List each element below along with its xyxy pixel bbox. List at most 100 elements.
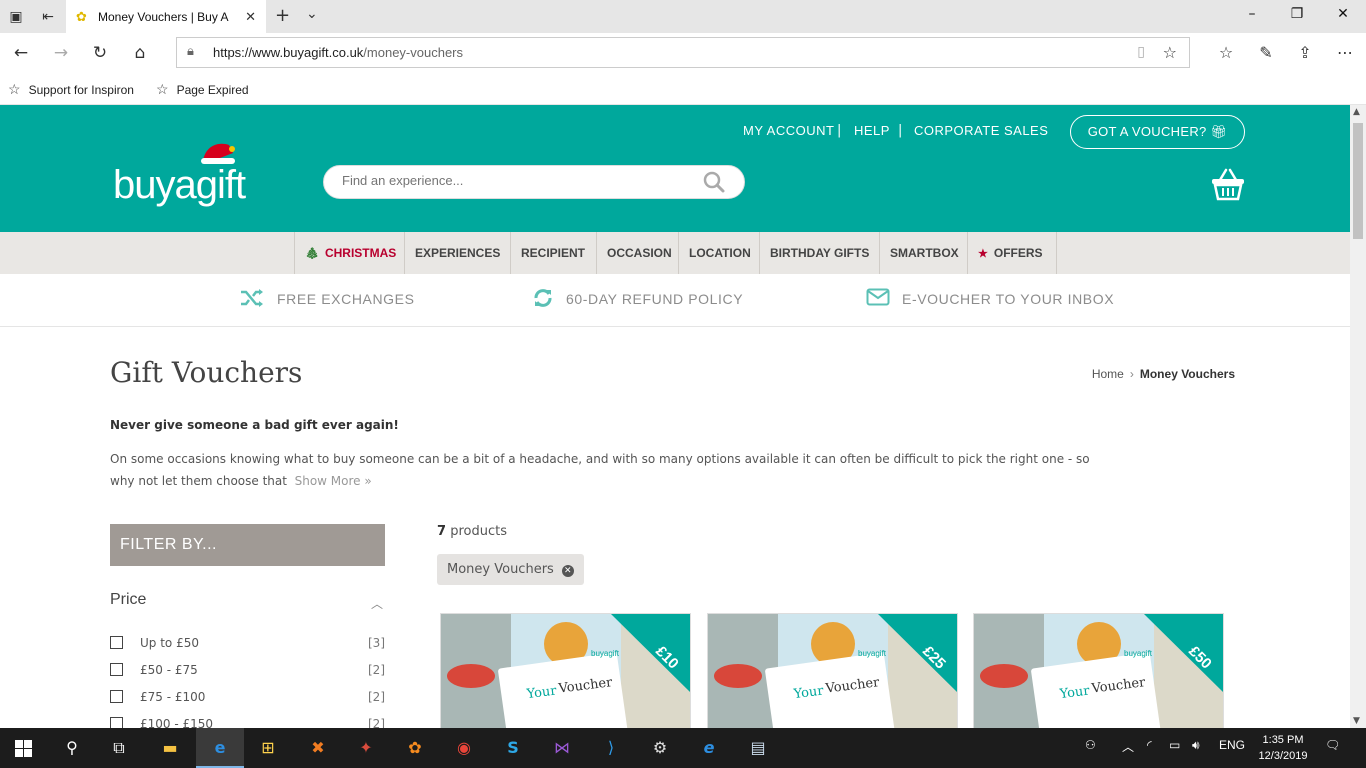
forward-icon[interactable]: → (50, 42, 72, 64)
buyagift-logo[interactable]: buyagift (113, 143, 246, 208)
clock[interactable]: 1:35 PM 12/3/2019 (1254, 732, 1312, 764)
intro-heading: Never give someone a bad gift ever again… (110, 418, 399, 432)
set-aside-tabs-icon[interactable]: ⇤ (38, 7, 58, 27)
windows-start-icon[interactable] (15, 740, 32, 757)
nav-christmas[interactable]: 🎄︎ CHRISTMAS (294, 232, 406, 274)
refresh-icon[interactable]: ↻ (89, 42, 111, 64)
add-favorite-star-icon[interactable]: ☆ (1163, 43, 1177, 62)
gift-icon: 🎁︎ (1210, 124, 1228, 139)
price-option-count: [2] (368, 690, 385, 704)
favorites-icon[interactable]: ☆ (1215, 42, 1237, 64)
show-more-link[interactable]: Show More » (295, 474, 372, 488)
favorite-page-expired[interactable]: ☆ Page Expired (156, 81, 249, 98)
people-icon[interactable]: ⚇ (1085, 738, 1096, 752)
price-option[interactable]: £50 - £75 [2] (110, 662, 385, 682)
checkbox[interactable] (110, 717, 123, 728)
url-field[interactable]: 🔒︎ https://www.buyagift.co.uk/money-vouc… (176, 37, 1190, 68)
filter-by-header: FILTER BY... (110, 524, 385, 566)
file-explorer-icon[interactable]: ▬ (158, 736, 182, 760)
tree-icon: 🎄︎ (305, 248, 319, 260)
edge-browser-icon[interactable]: e (208, 736, 232, 760)
breadcrumb-separator-icon: › (1129, 367, 1134, 381)
active-filter-chip[interactable]: Money Vouchers ✕ (437, 554, 584, 585)
action-center-icon[interactable]: 🗨︎ (1325, 738, 1340, 752)
intro-text: On some occasions knowing what to buy so… (110, 448, 1110, 492)
nav-smartbox[interactable]: SMARTBOX (879, 232, 969, 274)
browser-tab-bar: ▣ ⇤ ✿ Money Vouchers | Buy A ✕ + ⌄ – ❐ ✕ (0, 0, 1366, 33)
system-monitor-icon[interactable]: ▤ (746, 736, 770, 760)
url-text: https://www.buyagift.co.uk/money-voucher… (213, 45, 463, 60)
corporate-sales-link[interactable]: CORPORATE SALES (914, 123, 1048, 138)
nav-experiences[interactable]: EXPERIENCES (404, 232, 510, 274)
notes-pen-icon[interactable]: ✎ (1255, 42, 1277, 64)
my-account-link[interactable]: MY ACCOUNT (743, 123, 834, 138)
breadcrumb-home[interactable]: Home (1092, 367, 1124, 381)
back-icon[interactable]: ← (10, 42, 32, 64)
checkbox[interactable] (110, 690, 123, 703)
volume-icon[interactable]: 🔊︎ (1192, 738, 1200, 753)
product-card[interactable]: £25 buyagift Your Voucher (707, 613, 958, 728)
basket-icon[interactable] (1210, 168, 1246, 202)
nav-recipient[interactable]: RECIPIENT (510, 232, 595, 274)
nav-occasion[interactable]: OCCASION (596, 232, 682, 274)
internet-explorer-icon[interactable]: e (697, 736, 721, 760)
visual-studio-icon[interactable]: ⋈ (550, 736, 574, 760)
search-input[interactable] (342, 173, 702, 188)
xampp-icon[interactable]: ✖ (306, 736, 330, 760)
favorite-support-for-inspiron[interactable]: ☆ Support for Inspiron (8, 81, 134, 98)
tab-list-chevron-icon[interactable]: ⌄ (306, 6, 318, 22)
page-scrollbar[interactable]: ▲ ▼ (1350, 105, 1366, 728)
browser-tab[interactable]: ✿ Money Vouchers | Buy A ✕ (66, 0, 266, 33)
checkbox[interactable] (110, 636, 123, 649)
scroll-down-icon[interactable]: ▼ (1353, 716, 1360, 726)
search-icon[interactable]: ⚲ (60, 736, 84, 760)
reading-view-icon[interactable]: ▯ (1137, 44, 1145, 60)
paint-icon[interactable]: ✦ (354, 736, 378, 760)
share-icon[interactable]: ⇪ (1294, 42, 1316, 64)
remove-filter-icon[interactable]: ✕ (561, 565, 574, 577)
battery-icon[interactable]: ▭ (1169, 738, 1180, 752)
store-icon[interactable]: ⊞ (256, 736, 280, 760)
language-indicator[interactable]: ENG (1219, 738, 1245, 752)
more-icon[interactable]: ⋯ (1334, 42, 1356, 64)
price-option-label: Up to £50 (140, 636, 199, 650)
nav-offers[interactable]: ★ OFFERS (967, 232, 1057, 274)
home-icon[interactable]: ⌂ (129, 42, 151, 64)
clock-time: 1:35 PM (1262, 734, 1304, 746)
price-option[interactable]: £75 - £100 [2] (110, 689, 385, 709)
price-option[interactable]: £100 - £150 [2] (110, 716, 385, 728)
settings-gear-icon[interactable]: ⚙ (648, 736, 672, 760)
new-tab-icon[interactable]: + (275, 5, 290, 26)
product-card[interactable]: £50 buyagift Your Voucher (973, 613, 1224, 728)
got-a-voucher-button[interactable]: GOT A VOUCHER? 🎁︎ (1070, 115, 1245, 149)
url-host: https://www.buyagift.co.uk (213, 45, 364, 60)
product-card[interactable]: £10 buyagift Your Voucher (440, 613, 691, 728)
chrome-icon[interactable]: ◉ (452, 736, 476, 760)
favorite-label: Support for Inspiron (28, 83, 134, 97)
url-path: /money-vouchers (363, 45, 464, 60)
nav-location[interactable]: LOCATION (678, 232, 761, 274)
nav-birthday-gifts[interactable]: BIRTHDAY GIFTS (759, 232, 879, 274)
chevron-up-icon[interactable]: ︿ (371, 595, 383, 612)
product-count-number: 7 (437, 524, 447, 539)
minimize-icon[interactable]: – (1242, 6, 1262, 22)
show-hidden-icons-chevron-icon[interactable]: ︿ (1122, 738, 1134, 755)
task-view-icon[interactable]: ⧉ (107, 736, 131, 760)
restore-icon[interactable]: ❐ (1287, 6, 1307, 22)
price-filter-heading[interactable]: Price (110, 591, 146, 609)
uc-browser-icon[interactable]: ✿ (403, 736, 427, 760)
scroll-up-icon[interactable]: ▲ (1353, 107, 1360, 117)
scroll-thumb[interactable] (1353, 123, 1363, 239)
tab-manager-icon[interactable]: ▣ (6, 7, 26, 27)
nav-label: CHRISTMAS (324, 246, 397, 260)
close-window-icon[interactable]: ✕ (1333, 6, 1353, 22)
close-tab-icon[interactable]: ✕ (245, 10, 256, 25)
wifi-icon[interactable]: ◜ (1147, 738, 1152, 752)
skype-icon[interactable]: S (501, 736, 525, 760)
checkbox[interactable] (110, 663, 123, 676)
vs-code-icon[interactable]: ⟩ (599, 736, 623, 760)
search-icon[interactable] (702, 170, 726, 194)
chip-label: Money Vouchers (447, 562, 554, 577)
price-option[interactable]: Up to £50 [3] (110, 635, 385, 655)
help-link[interactable]: HELP (854, 123, 890, 138)
